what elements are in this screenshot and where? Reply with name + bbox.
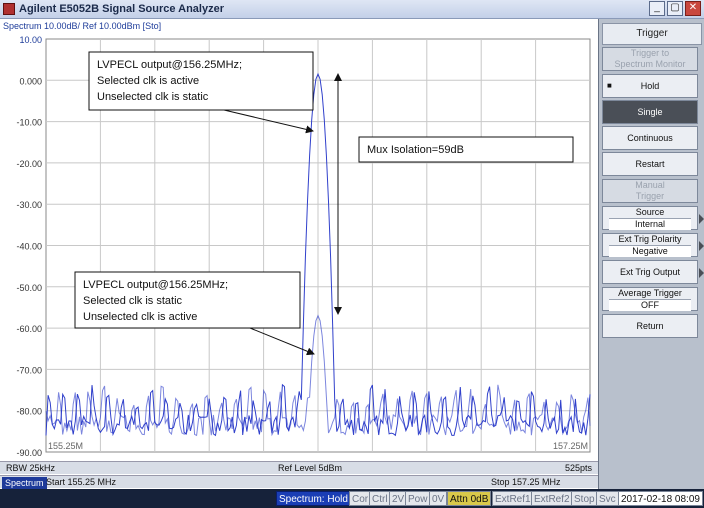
manual-label: Manual: [635, 180, 665, 190]
status-pow: Pow: [405, 491, 431, 506]
selected-bullet-icon: ■: [607, 81, 612, 90]
annotation-static: LVPECL output@156.25MHz; Selected clk is …: [74, 271, 301, 329]
trigger-to-spectrum-monitor-button[interactable]: Trigger to Spectrum Monitor: [602, 47, 698, 71]
annotation-active-line: Unselected clk is static: [97, 91, 209, 103]
restart-button[interactable]: Restart: [602, 152, 698, 176]
return-button[interactable]: Return: [602, 314, 698, 338]
status-attenuation: Attn 0dB: [447, 491, 492, 506]
y-tick-label: -50.00: [16, 283, 42, 293]
annotation-static-line: Unselected clk is active: [83, 311, 197, 323]
annotation-isolation-line: Mux Isolation=59dB: [367, 144, 464, 156]
submenu-arrow-icon: [699, 241, 704, 251]
spectrum-chart-panel: 10.00 0.000 -10.00 -20.00 -30.00 -40.00 -50.00…: [0, 19, 598, 475]
x-tick-label-stop: 157.25M: [553, 441, 588, 451]
info-row-frequency: Spectrum Start 155.25 MHz Stop 157.25 MH…: [0, 475, 598, 489]
trigger-to-label: Trigger to: [630, 48, 670, 58]
annotation-active-line: Selected clk is active: [97, 75, 199, 87]
ext-trig-polarity-label: Ext Trig Polarity: [618, 234, 682, 244]
softkey-menu-title: Trigger: [602, 23, 702, 45]
status-svc: Svc: [596, 491, 619, 506]
source-label: Source: [635, 207, 665, 217]
source-value: Internal: [609, 218, 691, 230]
spectrum-monitor-label: Spectrum Monitor: [614, 59, 686, 69]
single-button[interactable]: Single: [602, 100, 698, 124]
y-tick-label: -10.00: [16, 118, 42, 128]
source-button[interactable]: Source Internal: [602, 206, 704, 230]
title-bar: Agilent E5052B Signal Source Analyzer _ …: [0, 0, 704, 19]
annotation-static-line: LVPECL output@156.25MHz;: [83, 279, 228, 291]
status-pow-voltage: 0V: [429, 491, 448, 506]
ext-trig-output-button[interactable]: Ext Trig Output: [602, 260, 704, 284]
ref-level-label: Ref Level 5dBm: [278, 463, 343, 473]
single-label: Single: [637, 107, 663, 117]
return-label: Return: [636, 321, 664, 331]
y-tick-label: 0.000: [19, 76, 42, 86]
stop-frequency: Stop 157.25 MHz: [491, 477, 561, 487]
submenu-arrow-icon: [699, 268, 704, 278]
restart-label: Restart: [635, 159, 665, 169]
status-datetime: 2017-02-18 08:09: [618, 491, 703, 506]
continuous-label: Continuous: [627, 133, 673, 143]
window-controls: _ ▢ ✕: [649, 1, 701, 16]
tab-spectrum[interactable]: Spectrum: [2, 477, 47, 489]
hold-label: Hold: [640, 81, 660, 91]
ext-trig-polarity-value: Negative: [609, 245, 691, 257]
y-tick-label: -70.00: [16, 365, 42, 375]
trace-title: Spectrum 10.00dB/ Ref 10.00dBm [Sto]: [3, 21, 162, 31]
y-tick-label: -40.00: [16, 242, 42, 252]
rbw-label: RBW 25kHz: [6, 463, 56, 473]
maximize-icon[interactable]: ▢: [667, 1, 683, 16]
info-row-settings: RBW 25kHz Ref Level 5dBm 525pts: [0, 461, 598, 474]
status-extref2: ExtRef2: [531, 491, 573, 506]
y-tick-label: -80.00: [16, 407, 42, 417]
average-trigger-value: OFF: [609, 299, 691, 311]
manual-trigger-label: Trigger: [635, 191, 665, 201]
hold-button[interactable]: ■ Hold: [602, 74, 698, 98]
start-frequency: Start 155.25 MHz: [46, 477, 117, 487]
y-tick-label: -60.00: [16, 324, 42, 334]
window-title: Agilent E5052B Signal Source Analyzer: [19, 3, 224, 15]
status-stop: Stop: [571, 491, 598, 506]
y-tick-label: 10.00: [19, 35, 42, 45]
ext-trig-output-label: Ext Trig Output: [619, 267, 681, 277]
annotation-isolation: Mux Isolation=59dB: [358, 136, 574, 163]
status-extref1: ExtRef1: [492, 491, 534, 506]
annotation-active-line: LVPECL output@156.25MHz;: [97, 59, 242, 71]
points-label: 525pts: [565, 463, 593, 473]
softkey-panel: Trigger Trigger to Spectrum Monitor ■ Ho…: [598, 19, 704, 489]
y-tick-label: -90.00: [16, 448, 42, 458]
manual-trigger-button[interactable]: Manual Trigger: [602, 179, 698, 203]
close-icon[interactable]: ✕: [685, 1, 701, 16]
submenu-arrow-icon: [699, 214, 704, 224]
average-trigger-label: Average Trigger: [618, 288, 682, 298]
status-mode: Spectrum: Hold: [276, 491, 351, 506]
annotation-static-line: Selected clk is static: [83, 295, 183, 307]
average-trigger-button[interactable]: Average Trigger OFF: [602, 287, 698, 311]
minimize-icon[interactable]: _: [649, 1, 665, 16]
app-icon: [3, 3, 15, 15]
y-tick-label: -30.00: [16, 200, 42, 210]
continuous-button[interactable]: Continuous: [602, 126, 698, 150]
annotation-active: LVPECL output@156.25MHz; Selected clk is …: [88, 51, 314, 111]
ext-trig-polarity-button[interactable]: Ext Trig Polarity Negative: [602, 233, 704, 257]
status-ctrl: Ctrl: [369, 491, 391, 506]
spectrum-plot: 10.00 0.000 -10.00 -20.00 -30.00 -40.00 -50.00…: [16, 35, 591, 458]
x-tick-label-start: 155.25M: [48, 441, 83, 451]
y-tick-label: -20.00: [16, 159, 42, 169]
status-bar: Spectrum: Hold Cor Ctrl 2V Pow 0V Attn 0…: [0, 489, 704, 508]
status-cor: Cor: [349, 491, 372, 506]
